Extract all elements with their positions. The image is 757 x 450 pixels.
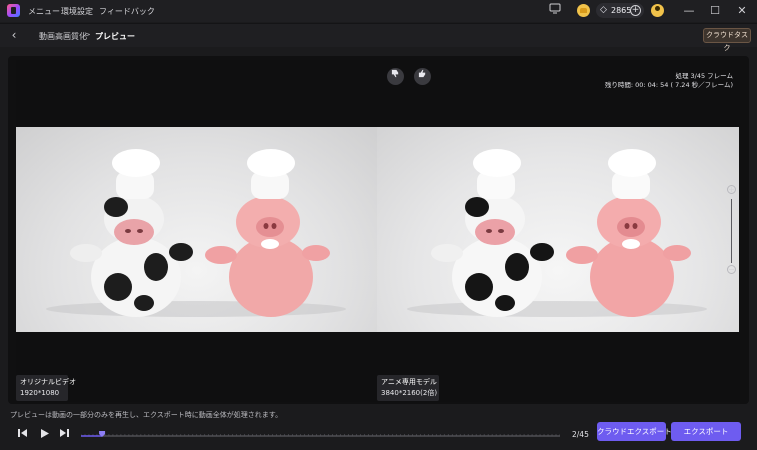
add-credits-icon[interactable]: + — [630, 5, 641, 16]
minimize-icon[interactable]: — — [680, 2, 698, 20]
original-video-label: オリジナルビデオ 1920*1080 — [16, 375, 76, 401]
zoom-in-icon[interactable]: + — [727, 185, 736, 194]
breadcrumb-separator: > — [84, 30, 91, 39]
menu-preferences[interactable]: 環境設定 — [61, 6, 93, 17]
previous-frame-icon[interactable] — [16, 428, 29, 441]
frame-counter: 2/45 — [572, 430, 589, 439]
playback-timeline[interactable] — [81, 431, 560, 437]
user-icon[interactable] — [651, 4, 664, 17]
zoom-slider[interactable] — [731, 199, 732, 263]
credits-pill[interactable]: ◇ 2865 + — [596, 3, 644, 18]
model-title: アニメ専用モデル — [381, 378, 437, 386]
original-video-title: オリジナルビデオ — [20, 378, 76, 386]
original-video-frame — [16, 127, 377, 332]
preview-notice: プレビューは動画の一部分のみを再生し、エクスポート時に動画全体が処理されます。 — [10, 411, 283, 419]
monitor-icon[interactable] — [547, 3, 563, 19]
model-label: アニメ専用モデル 3840*2160(2倍) — [377, 375, 439, 401]
timeline-track[interactable] — [81, 431, 560, 437]
cow-pig-chefs-illustration — [46, 149, 346, 317]
model-resolution: 3840*2160(2倍) — [381, 389, 438, 397]
coin-icon[interactable] — [577, 4, 590, 17]
zoom-out-icon[interactable]: − — [727, 265, 736, 274]
breadcrumb-current: プレビュー — [95, 32, 135, 41]
close-icon[interactable]: ✕ — [733, 2, 751, 20]
diamond-icon: ◇ — [600, 5, 607, 15]
app-logo-icon — [7, 4, 20, 17]
thumbs-down-icon[interactable] — [387, 68, 404, 85]
menu-feedback[interactable]: フィードバック — [99, 6, 155, 17]
original-video-resolution: 1920*1080 — [20, 389, 60, 397]
thumbs-up-icon[interactable] — [414, 68, 431, 85]
header-bar: ‹ 動画高画質化 > プレビュー クラウドタスク — [0, 23, 757, 52]
back-arrow-icon[interactable]: ‹ — [7, 28, 21, 42]
cloud-task-button[interactable]: クラウドタスク — [703, 28, 751, 52]
maximize-icon[interactable]: ☐ — [706, 2, 724, 20]
credits-count: 2865 — [611, 6, 632, 15]
upscaled-video-frame — [377, 127, 739, 332]
next-frame-icon[interactable] — [58, 428, 71, 441]
cloud-export-button[interactable]: クラウドエクスポート — [597, 422, 672, 441]
cow-pig-chefs-illustration-upscaled — [407, 149, 707, 317]
remaining-time: 残り時間: 00: 04: 54 ( 7.24 秒／フレーム) — [604, 81, 733, 89]
play-icon[interactable] — [38, 428, 51, 441]
breadcrumb-parent[interactable]: 動画高画質化 — [39, 31, 87, 42]
title-bar: メニュー 環境設定 フィードバック ◇ 2865 + — ☐ ✕ — [0, 0, 757, 22]
export-button[interactable]: エクスポート — [671, 422, 741, 441]
menu-main[interactable]: メニュー — [28, 6, 60, 17]
